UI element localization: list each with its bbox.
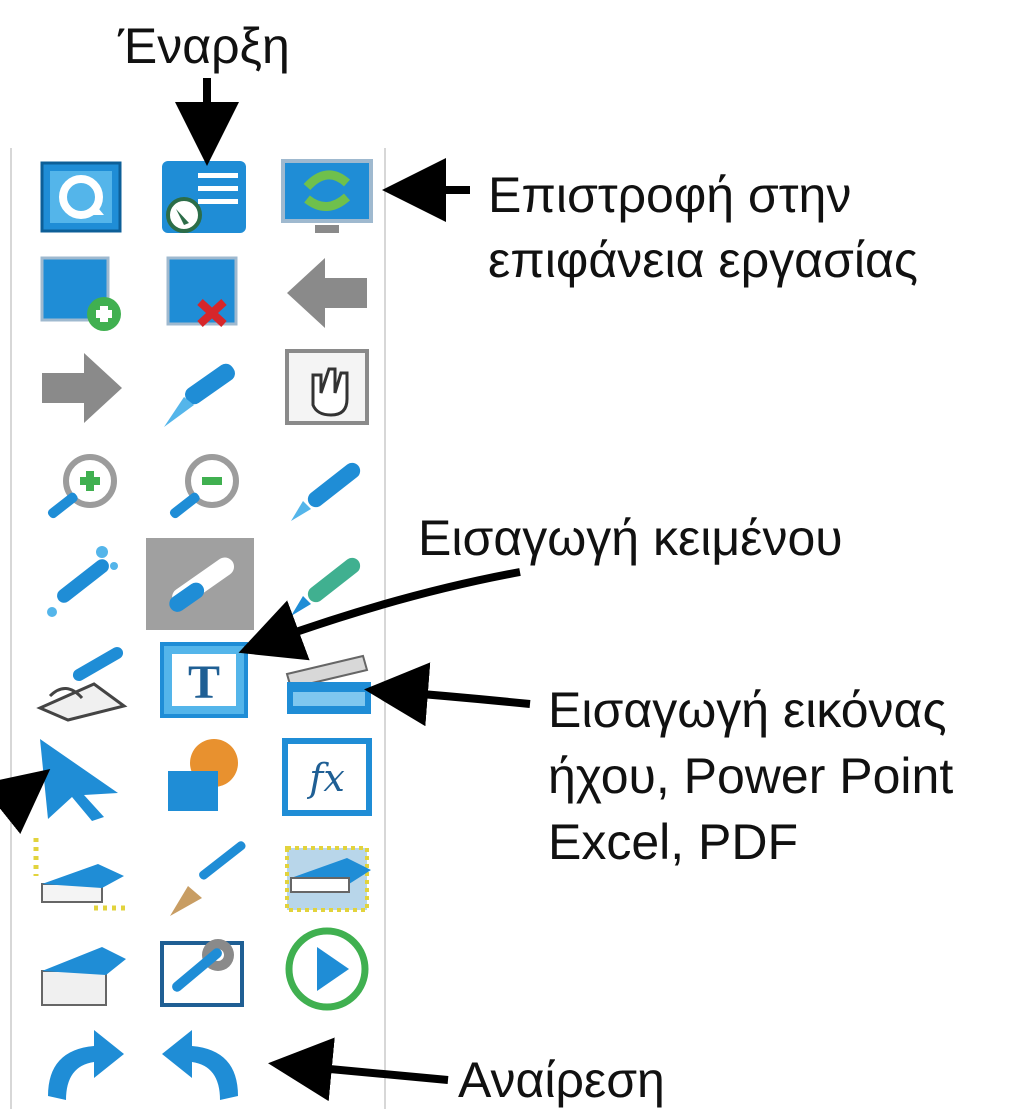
- area-eraser-icon[interactable]: [277, 828, 377, 918]
- laser-pointer-icon[interactable]: [154, 343, 254, 433]
- return-desktop-icon[interactable]: [277, 153, 377, 243]
- start-menu-icon[interactable]: [154, 153, 254, 243]
- media-insert-arrow: [364, 662, 531, 727]
- formula-icon[interactable]: fx: [277, 733, 377, 823]
- selected-pen-icon[interactable]: [146, 538, 254, 630]
- media-annotation-line1: Εισαγωγή εικόνας: [548, 682, 947, 738]
- pen-icon[interactable]: [277, 443, 377, 533]
- shapes-icon[interactable]: [154, 733, 254, 823]
- redo-icon[interactable]: [32, 1018, 132, 1108]
- desktop-annotation-line2: επιφάνεια εργασίας: [488, 232, 919, 288]
- handwriting-icon[interactable]: [32, 636, 132, 726]
- svg-text:fx: fx: [306, 756, 345, 800]
- svg-text:T: T: [188, 656, 220, 709]
- play-icon[interactable]: [277, 923, 377, 1013]
- clear-page-icon[interactable]: [32, 923, 132, 1013]
- text-insert-icon[interactable]: T: [154, 636, 254, 726]
- eraser-dotted-icon[interactable]: [32, 828, 132, 918]
- media-insert-icon[interactable]: [277, 636, 377, 726]
- hand-pan-icon[interactable]: [277, 343, 377, 433]
- text-insert-annotation: Εισαγωγή κειμένου: [418, 510, 843, 566]
- next-page-icon[interactable]: [32, 343, 132, 433]
- settings-tools-icon[interactable]: [154, 923, 254, 1013]
- tool-panel: T fx: [10, 148, 386, 1109]
- media-annotation-line3: Excel, PDF: [548, 814, 799, 870]
- previous-page-icon[interactable]: [277, 248, 377, 338]
- magic-pen-icon[interactable]: [32, 538, 132, 628]
- undo-icon[interactable]: [154, 1018, 254, 1108]
- refresh-icon[interactable]: [32, 153, 132, 243]
- highlighter-icon[interactable]: [277, 538, 377, 628]
- start-annotation: Έναρξη: [118, 18, 290, 74]
- select-arrow-icon[interactable]: [32, 733, 132, 823]
- delete-page-icon[interactable]: [154, 248, 254, 338]
- undo-annotation: Αναίρεση: [458, 1052, 665, 1108]
- zoom-in-icon[interactable]: [32, 443, 132, 533]
- new-page-icon[interactable]: [32, 248, 132, 338]
- media-annotation-line2: ήχου, Power Point: [548, 748, 954, 804]
- brush-icon[interactable]: [154, 828, 254, 918]
- zoom-out-icon[interactable]: [154, 443, 254, 533]
- desktop-annotation-line1: Επιστροφή στην: [488, 167, 852, 223]
